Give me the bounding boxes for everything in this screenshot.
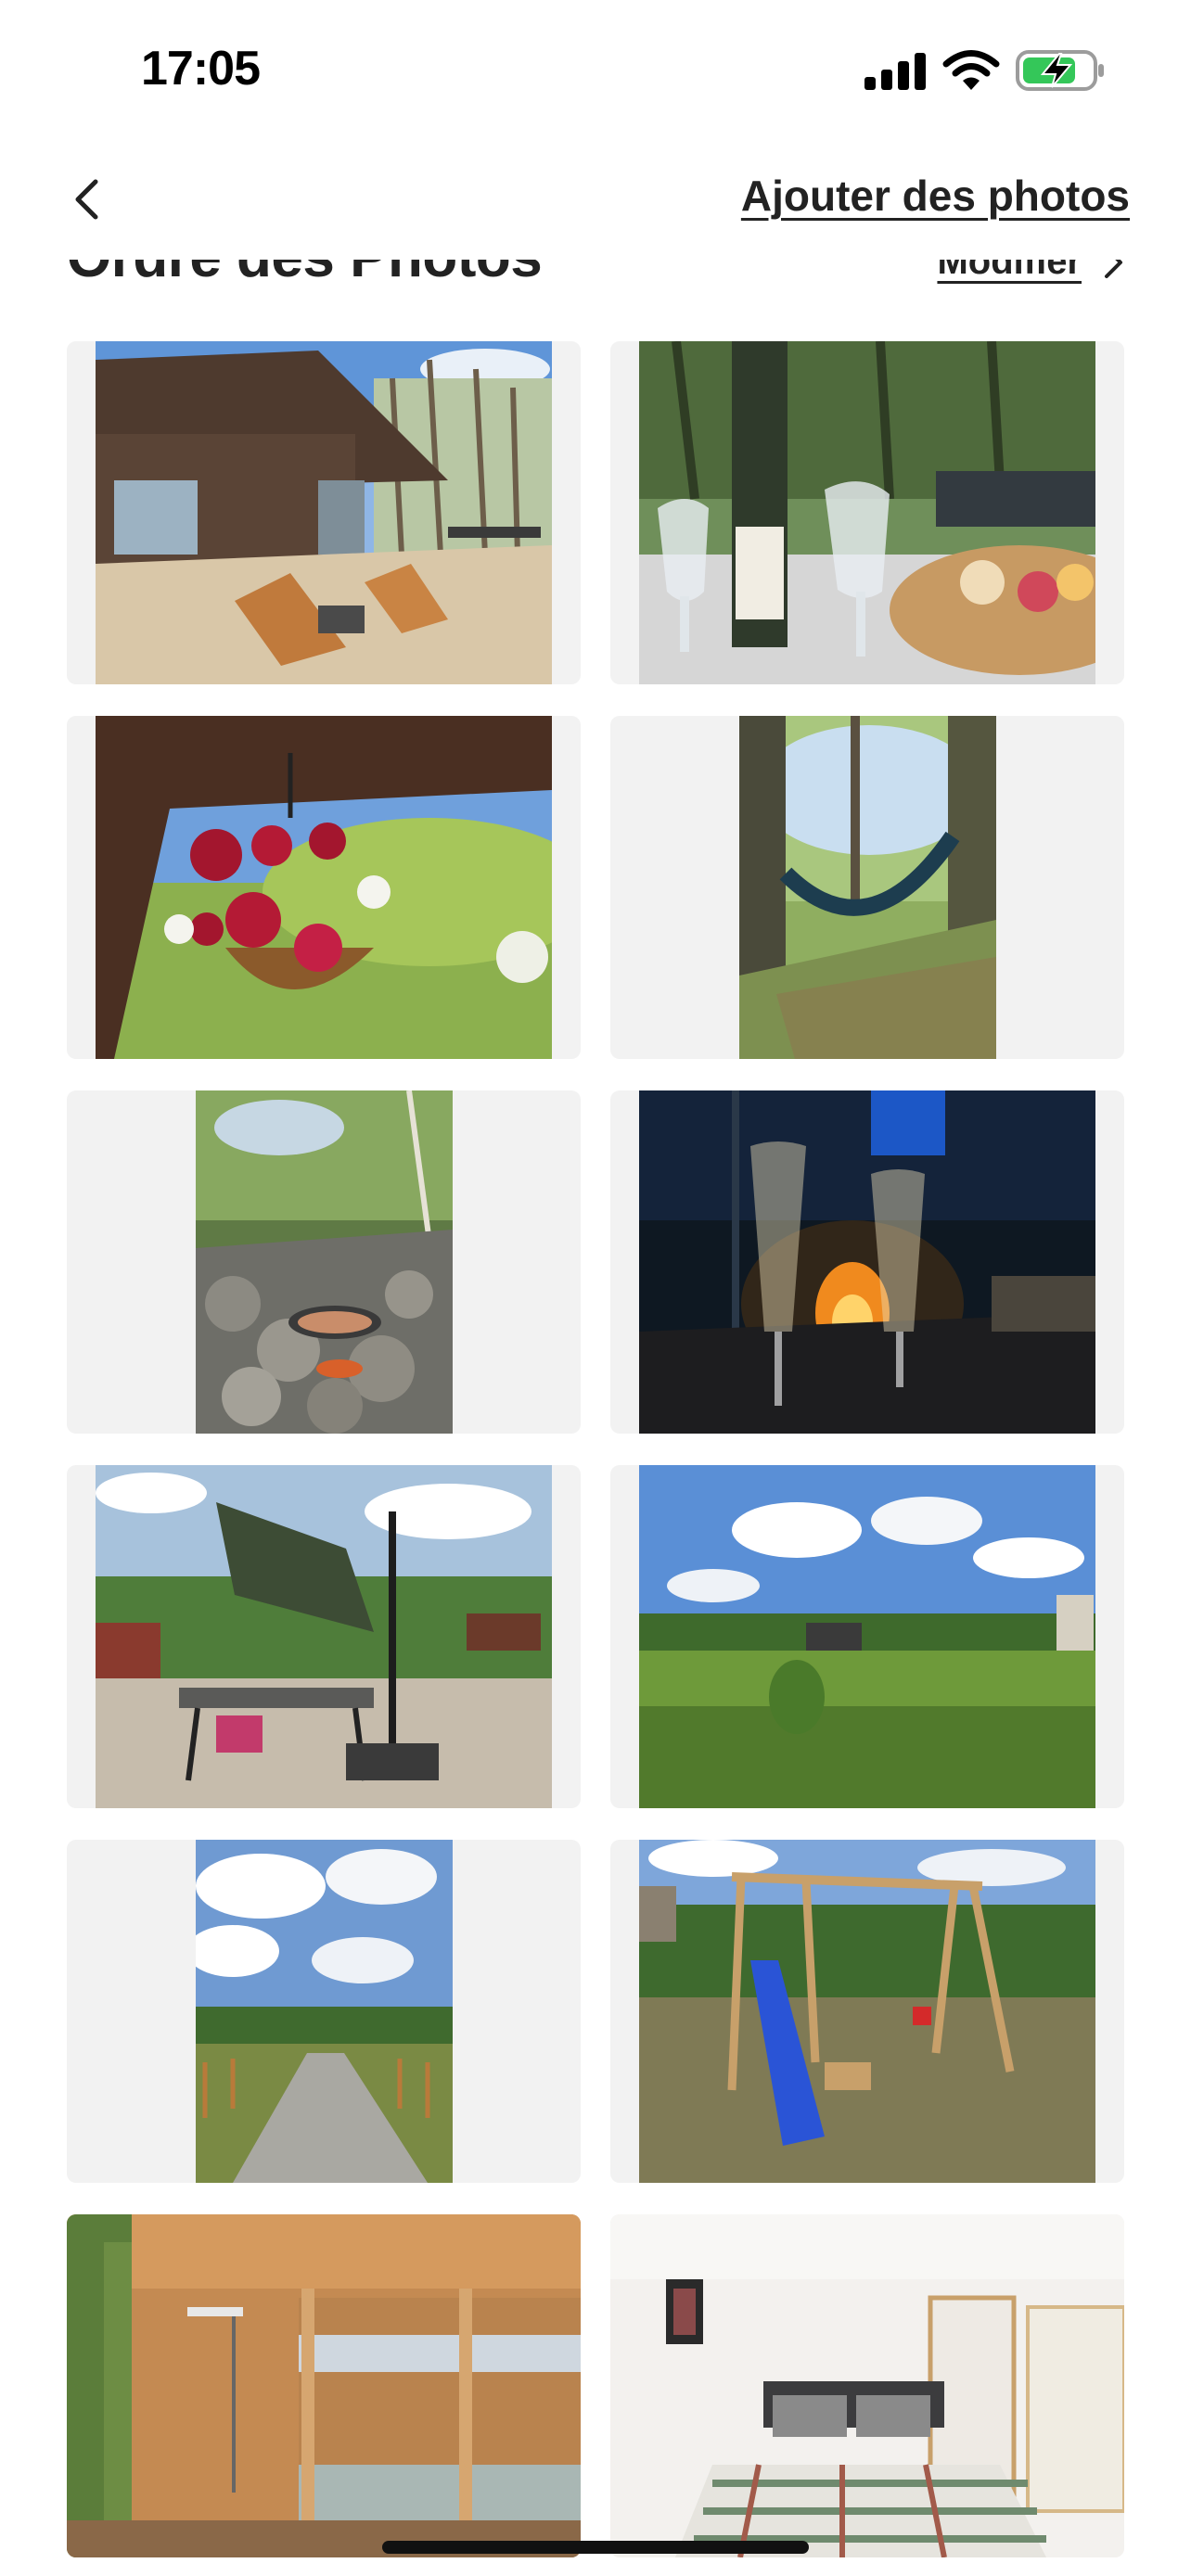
status-icons <box>864 46 1106 95</box>
photo-tile[interactable] <box>67 716 581 1059</box>
photo-fire-pit-grill <box>196 1090 453 1434</box>
status-time: 17:05 <box>141 42 261 96</box>
photo-tile[interactable] <box>610 1090 1124 1434</box>
add-photos-button[interactable]: Ajouter des photos <box>741 171 1130 221</box>
wifi-icon <box>942 50 1000 90</box>
photo-tile[interactable] <box>610 1840 1124 2183</box>
photo-bedroom-plaid-bed <box>610 2214 1124 2557</box>
photo-tile[interactable] <box>67 1465 581 1808</box>
photo-tile[interactable] <box>610 1465 1124 1808</box>
photo-wooden-bunk-room <box>67 2214 581 2557</box>
cellular-signal-icon <box>864 53 926 90</box>
photo-tile[interactable] <box>610 2214 1124 2557</box>
photo-playground-swing-slide <box>639 1840 1095 2183</box>
photo-grid <box>67 341 1124 2557</box>
home-indicator[interactable] <box>382 2541 809 2554</box>
photo-champagne-by-fire <box>639 1090 1095 1434</box>
photo-gravel-path <box>196 1840 453 2183</box>
photo-hammock-in-woods <box>739 716 996 1059</box>
photo-tile[interactable] <box>67 341 581 684</box>
nav-bar: Ajouter des photos <box>0 139 1191 260</box>
chevron-left-icon <box>75 179 98 220</box>
photo-meadow-view <box>639 1465 1095 1808</box>
photo-hanging-flower-basket <box>96 716 552 1059</box>
photo-order-screen: Ordre des Photos Modifier <box>0 0 1191 2576</box>
photo-patio-umbrella-table <box>96 1465 552 1808</box>
back-button[interactable] <box>56 169 117 230</box>
photo-chalet-terrace <box>96 341 552 684</box>
photo-order-content[interactable]: Ordre des Photos Modifier <box>0 0 1191 2576</box>
status-bar: 17:05 <box>0 0 1191 139</box>
battery-charging-icon <box>1016 50 1104 91</box>
photo-tile[interactable] <box>67 1840 581 2183</box>
photo-wine-and-charcuterie <box>639 341 1095 684</box>
photo-tile[interactable] <box>610 341 1124 684</box>
photo-tile[interactable] <box>610 716 1124 1059</box>
photo-tile[interactable] <box>67 2214 581 2557</box>
photo-tile[interactable] <box>67 1090 581 1434</box>
